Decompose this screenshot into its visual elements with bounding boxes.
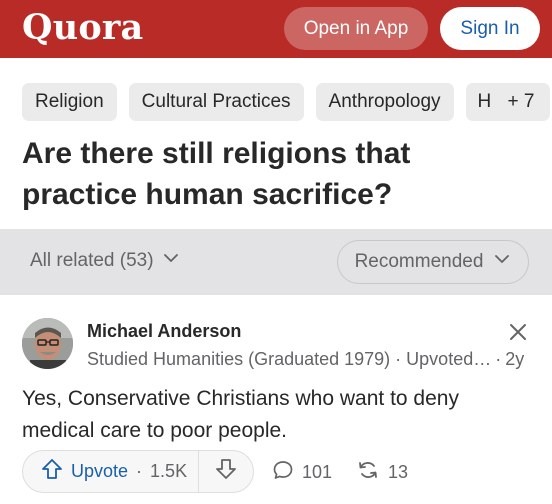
author-name[interactable]: Michael Anderson — [87, 321, 241, 342]
sort-dropdown[interactable]: Recommended — [337, 240, 529, 284]
all-related-dropdown[interactable]: All related (53) — [30, 249, 180, 273]
topic-chip-anthropology[interactable]: Anthropology — [315, 83, 454, 121]
comment-count: 101 — [302, 462, 333, 482]
topic-chip-cultural-practices[interactable]: Cultural Practices — [128, 83, 304, 121]
author-credential-line: Studied Humanities (Graduated 1979) · Up… — [87, 349, 532, 370]
answer-age[interactable]: 2y — [505, 349, 524, 370]
topic-chip-religion[interactable]: Religion — [22, 83, 117, 121]
chevron-down-icon — [162, 249, 180, 273]
chevron-down-icon — [493, 250, 511, 274]
upvote-arrow-icon — [41, 458, 63, 485]
quora-logo[interactable]: Quora — [22, 7, 143, 48]
author-credential[interactable]: Studied Humanities (Graduated 1979) · Up… — [87, 349, 491, 370]
all-related-label: All related (53) — [30, 250, 154, 271]
topics-more-button[interactable]: + 7 — [492, 83, 550, 121]
sort-label: Recommended — [354, 251, 484, 272]
comment-icon — [272, 459, 294, 486]
share-count: 13 — [388, 462, 409, 482]
upvote-label: Upvote — [71, 461, 129, 481]
upvote-button[interactable]: Upvote · 1.5K — [23, 451, 199, 492]
answers-filter-bar: All related (53) Recommended — [0, 229, 552, 295]
share-button[interactable]: 13 — [356, 459, 408, 486]
downvote-button[interactable] — [199, 451, 253, 492]
close-icon[interactable] — [506, 320, 530, 344]
upvote-count: 1.5K — [150, 461, 188, 481]
answer-text: Yes, Conservative Christians who want to… — [22, 387, 459, 442]
avatar[interactable] — [22, 318, 73, 369]
credential-separator: · — [495, 349, 502, 369]
upvote-separator: · — [136, 461, 143, 481]
topic-chips: Religion Cultural Practices Anthropology… — [22, 83, 552, 121]
vote-pill: Upvote · 1.5K — [22, 450, 254, 493]
sign-in-button[interactable]: Sign In — [440, 7, 540, 50]
question-title: Are there still religions that practice … — [22, 137, 411, 211]
share-icon — [356, 459, 380, 486]
comments-button[interactable]: 101 — [272, 459, 332, 486]
app-header: Quora Open in App Sign In — [0, 0, 552, 58]
downvote-arrow-icon — [215, 458, 237, 485]
open-in-app-button[interactable]: Open in App — [284, 7, 428, 50]
